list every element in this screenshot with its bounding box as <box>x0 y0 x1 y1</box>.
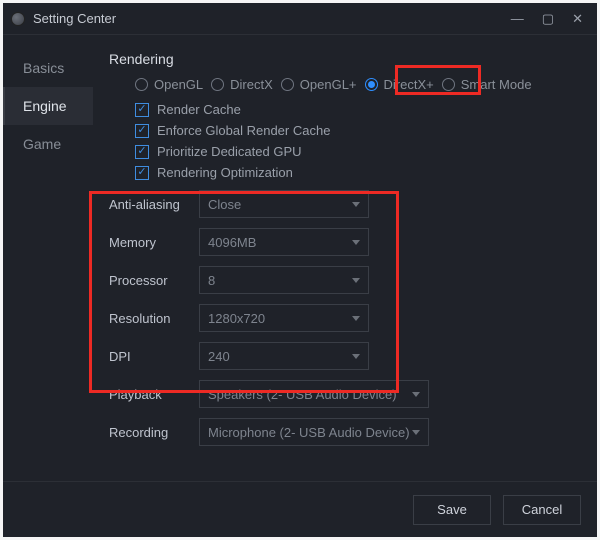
field-playback: Playback Speakers (2- USB Audio Device) <box>109 380 581 408</box>
radio-label: OpenGL+ <box>300 77 357 92</box>
checkbox-prioritize-dedicated-gpu[interactable]: ✓ Prioritize Dedicated GPU <box>135 144 581 159</box>
radio-label: DirectX+ <box>384 77 434 92</box>
chevron-down-icon <box>412 392 420 397</box>
select-resolution[interactable]: 1280x720 <box>199 304 369 332</box>
field-processor: Processor 8 <box>109 266 581 294</box>
radio-label: OpenGL <box>154 77 203 92</box>
checkbox-rendering-optimization[interactable]: ✓ Rendering Optimization <box>135 165 581 180</box>
checkbox-enforce-global-render-cache[interactable]: ✓ Enforce Global Render Cache <box>135 123 581 138</box>
sidebar-item-engine[interactable]: Engine <box>3 87 93 125</box>
checkbox-label: Render Cache <box>157 102 241 117</box>
button-label: Cancel <box>522 502 562 517</box>
radio-opengl[interactable]: OpenGL <box>135 77 203 92</box>
radio-dot-icon <box>365 78 378 91</box>
chevron-down-icon <box>352 316 360 321</box>
checkbox-label: Rendering Optimization <box>157 165 293 180</box>
button-label: Save <box>437 502 467 517</box>
chevron-down-icon <box>352 278 360 283</box>
radio-dot-icon <box>442 78 455 91</box>
select-value: 240 <box>208 349 230 364</box>
field-recording: Recording Microphone (2- USB Audio Devic… <box>109 418 581 446</box>
maximize-icon[interactable]: ▢ <box>542 11 554 27</box>
field-anti-aliasing: Anti-aliasing Close <box>109 190 581 218</box>
field-label: Memory <box>109 235 189 250</box>
sidebar-item-label: Engine <box>23 98 67 114</box>
window-controls: — ▢ ✕ <box>511 11 589 27</box>
sidebar-item-basics[interactable]: Basics <box>3 49 93 87</box>
sidebar-item-label: Game <box>23 136 61 152</box>
select-anti-aliasing[interactable]: Close <box>199 190 369 218</box>
field-label: Playback <box>109 387 189 402</box>
sidebar-item-label: Basics <box>23 60 64 76</box>
sidebar: Basics Engine Game <box>3 35 93 481</box>
select-memory[interactable]: 4096MB <box>199 228 369 256</box>
checkbox-icon: ✓ <box>135 166 149 180</box>
checkbox-icon: ✓ <box>135 145 149 159</box>
field-label: Processor <box>109 273 189 288</box>
radio-opengl-plus[interactable]: OpenGL+ <box>281 77 357 92</box>
rendering-options: ✓ Render Cache ✓ Enforce Global Render C… <box>109 102 581 180</box>
field-label: Resolution <box>109 311 189 326</box>
chevron-down-icon <box>412 430 420 435</box>
select-value: 1280x720 <box>208 311 265 326</box>
select-value: Microphone (2- USB Audio Device) <box>208 425 410 440</box>
field-label: Anti-aliasing <box>109 197 189 212</box>
app-icon <box>11 12 25 26</box>
select-value: Close <box>208 197 241 212</box>
select-recording[interactable]: Microphone (2- USB Audio Device) <box>199 418 429 446</box>
settings-window: Setting Center — ▢ ✕ Basics Engine Game … <box>3 3 597 537</box>
checkbox-render-cache[interactable]: ✓ Render Cache <box>135 102 581 117</box>
footer: Save Cancel <box>3 481 597 537</box>
select-value: 8 <box>208 273 215 288</box>
minimize-icon[interactable]: — <box>511 11 524 27</box>
radio-label: DirectX <box>230 77 273 92</box>
checkbox-icon: ✓ <box>135 124 149 138</box>
checkbox-label: Prioritize Dedicated GPU <box>157 144 302 159</box>
field-memory: Memory 4096MB <box>109 228 581 256</box>
close-icon[interactable]: ✕ <box>572 11 583 27</box>
cancel-button[interactable]: Cancel <box>503 495 581 525</box>
sidebar-item-game[interactable]: Game <box>3 125 93 163</box>
radio-dot-icon <box>135 78 148 91</box>
section-title: Rendering <box>109 51 581 67</box>
radio-dot-icon <box>211 78 224 91</box>
checkbox-icon: ✓ <box>135 103 149 117</box>
select-processor[interactable]: 8 <box>199 266 369 294</box>
chevron-down-icon <box>352 240 360 245</box>
field-label: DPI <box>109 349 189 364</box>
checkbox-label: Enforce Global Render Cache <box>157 123 330 138</box>
select-dpi[interactable]: 240 <box>199 342 369 370</box>
radio-directx[interactable]: DirectX <box>211 77 273 92</box>
titlebar: Setting Center — ▢ ✕ <box>3 3 597 35</box>
fields: Anti-aliasing Close Memory 4096MB Proces… <box>109 190 581 446</box>
radio-directx-plus[interactable]: DirectX+ <box>365 77 434 92</box>
chevron-down-icon <box>352 202 360 207</box>
radio-label: Smart Mode <box>461 77 532 92</box>
field-resolution: Resolution 1280x720 <box>109 304 581 332</box>
select-value: 4096MB <box>208 235 256 250</box>
radio-dot-icon <box>281 78 294 91</box>
select-value: Speakers (2- USB Audio Device) <box>208 387 397 402</box>
main-panel: Rendering OpenGL DirectX OpenGL+ DirectX… <box>93 35 597 481</box>
window-title: Setting Center <box>33 11 511 26</box>
chevron-down-icon <box>352 354 360 359</box>
select-playback[interactable]: Speakers (2- USB Audio Device) <box>199 380 429 408</box>
save-button[interactable]: Save <box>413 495 491 525</box>
radio-smart-mode[interactable]: Smart Mode <box>442 77 532 92</box>
rendering-mode-radiogroup: OpenGL DirectX OpenGL+ DirectX+ Smart Mo… <box>109 75 581 98</box>
field-label: Recording <box>109 425 189 440</box>
field-dpi: DPI 240 <box>109 342 581 370</box>
